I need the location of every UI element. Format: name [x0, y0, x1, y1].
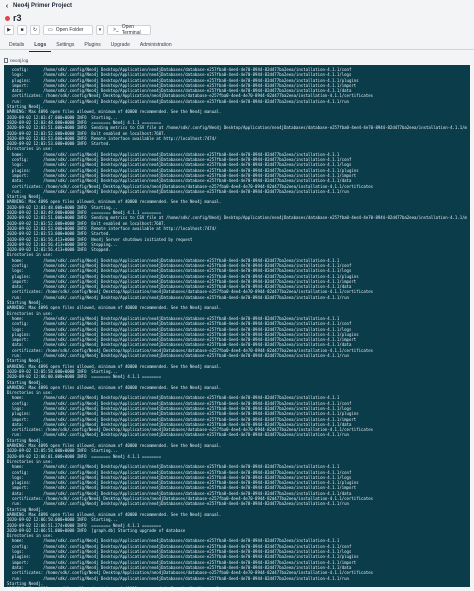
restart-button[interactable]: ↻	[30, 25, 40, 35]
start-button[interactable]: ▶	[4, 25, 14, 35]
project-header: ‹ Neo4j Primer Project	[0, 0, 474, 12]
database-header: r3	[0, 12, 474, 24]
log-line: 2020-09-02 12:03:51.000+0000 INFO Sendin…	[7, 215, 467, 221]
neo4j-desktop-window: ‹ Neo4j Primer Project r3 ▶ ■ ↻ ▭ Open F…	[0, 0, 474, 591]
status-dot-icon	[5, 15, 10, 21]
database-toolbar: ▶ ■ ↻ ▭ Open Folder ▾ >_ Open Terminal	[4, 24, 151, 36]
tab-details[interactable]: Details	[4, 40, 29, 52]
log-console[interactable]: config: /home/sdk/.config/Neo4j Desktop/…	[4, 65, 470, 587]
log-file-name: neo4j.log	[10, 58, 29, 63]
tabs-divider	[0, 49, 474, 50]
stop-icon: ■	[20, 27, 24, 33]
folder-icon: ▭	[48, 27, 53, 33]
terminal-icon: >_	[113, 27, 119, 33]
tab-upgrade[interactable]: Upgrade	[106, 40, 135, 52]
database-name: r3	[13, 13, 22, 23]
log-line: WARNING: Max 4096 open files allowed, mi…	[7, 586, 467, 587]
open-terminal-label: Open Terminal	[121, 24, 141, 36]
open-terminal-button[interactable]: >_ Open Terminal	[107, 24, 151, 36]
chevron-left-icon[interactable]: ‹	[4, 2, 10, 10]
project-title: Neo4j Primer Project	[13, 3, 73, 9]
tab-plugins[interactable]: Plugins	[79, 40, 105, 52]
open-folder-dropdown[interactable]: ▾	[96, 25, 104, 35]
log-line: 2020-09-02 12:03:51.000+0000 INFO Sendin…	[7, 125, 467, 131]
file-icon	[4, 58, 8, 63]
log-file-link[interactable]: neo4j.log	[4, 58, 28, 63]
stop-button[interactable]: ■	[17, 25, 27, 35]
restart-icon: ↻	[32, 27, 38, 33]
tab-administration[interactable]: Administration	[135, 40, 177, 52]
chevron-down-icon: ▾	[98, 27, 102, 33]
tab-logs[interactable]: Logs	[29, 40, 52, 52]
database-tabs: Details Logs Settings Plugins Upgrade Ad…	[4, 40, 177, 52]
open-folder-label: Open Folder	[55, 27, 84, 33]
play-icon: ▶	[7, 27, 11, 33]
tab-settings[interactable]: Settings	[51, 40, 79, 52]
open-folder-button[interactable]: ▭ Open Folder	[43, 25, 93, 35]
